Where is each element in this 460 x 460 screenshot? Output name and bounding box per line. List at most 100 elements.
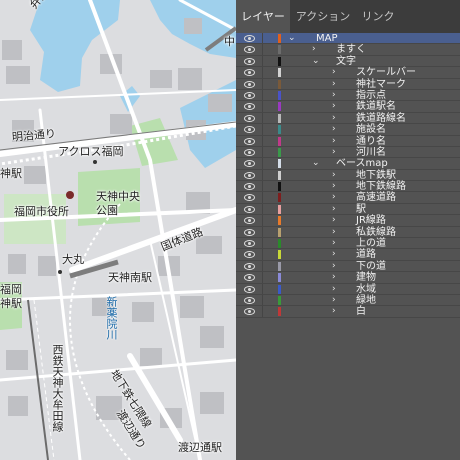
eye-icon[interactable] xyxy=(244,251,255,259)
eye-icon[interactable] xyxy=(244,228,255,236)
eye-icon[interactable] xyxy=(244,103,255,111)
layer-row[interactable]: › 水域 xyxy=(236,283,460,295)
layer-row[interactable]: › 高速道路 xyxy=(236,192,460,204)
eye-icon[interactable] xyxy=(244,205,255,213)
layer-row[interactable]: ⌄ ベースmap xyxy=(236,158,460,170)
eye-icon[interactable] xyxy=(244,160,255,168)
chevron-right-icon[interactable]: › xyxy=(332,113,336,124)
layer-row[interactable]: ⌄ 文字 xyxy=(236,55,460,68)
lock-column-divider[interactable] xyxy=(262,135,263,146)
lock-column-divider[interactable] xyxy=(262,101,263,112)
chevron-right-icon[interactable]: › xyxy=(332,79,336,90)
lock-column-divider[interactable] xyxy=(262,238,263,249)
lock-column-divider[interactable] xyxy=(262,283,263,294)
eye-icon[interactable] xyxy=(244,35,255,42)
layer-row[interactable]: › 下の道 xyxy=(236,260,460,273)
layer-row[interactable]: › 通り名 xyxy=(236,135,460,147)
lock-column-divider[interactable] xyxy=(262,192,263,203)
chevron-right-icon[interactable]: › xyxy=(332,284,336,295)
chevron-right-icon[interactable]: › xyxy=(332,215,336,226)
layer-row[interactable]: › 道路 xyxy=(236,249,460,261)
lock-column-divider[interactable] xyxy=(262,124,263,135)
lock-column-divider[interactable] xyxy=(262,78,263,89)
lock-column-divider[interactable] xyxy=(262,44,263,55)
chevron-right-icon[interactable]: › xyxy=(332,124,336,135)
lock-column-divider[interactable] xyxy=(262,272,263,283)
tab-links[interactable]: リンク xyxy=(356,0,400,33)
chevron-right-icon[interactable]: › xyxy=(332,272,336,283)
chevron-right-icon[interactable]: › xyxy=(332,147,336,158)
lock-column-divider[interactable] xyxy=(262,33,263,44)
tab-layers[interactable]: レイヤー xyxy=(236,0,290,33)
chevron-right-icon[interactable]: › xyxy=(332,181,336,192)
lock-column-divider[interactable] xyxy=(262,89,263,101)
lock-column-divider[interactable] xyxy=(262,294,263,306)
eye-icon[interactable] xyxy=(244,137,255,145)
eye-icon[interactable] xyxy=(244,240,255,248)
lock-column-divider[interactable] xyxy=(262,215,263,226)
lock-column-divider[interactable] xyxy=(262,306,263,317)
eye-icon[interactable] xyxy=(244,126,255,134)
lock-column-divider[interactable] xyxy=(262,249,263,260)
eye-icon[interactable] xyxy=(244,194,255,202)
lock-column-divider[interactable] xyxy=(262,67,263,78)
layer-row[interactable]: › JR線路 xyxy=(236,215,460,227)
chevron-right-icon[interactable]: › xyxy=(332,306,336,317)
tab-actions[interactable]: アクション xyxy=(290,0,356,33)
layer-row[interactable]: › 鉄道駅名 xyxy=(236,101,460,113)
eye-icon[interactable] xyxy=(244,217,255,225)
lock-column-divider[interactable] xyxy=(262,55,263,67)
eye-icon[interactable] xyxy=(244,57,255,65)
chevron-right-icon[interactable]: › xyxy=(332,204,336,215)
eye-icon[interactable] xyxy=(244,114,255,122)
lock-column-divider[interactable] xyxy=(262,112,263,124)
layer-row[interactable]: › 地下鉄駅 xyxy=(236,169,460,182)
layer-row[interactable]: › 私鉄線路 xyxy=(236,226,460,239)
eye-icon[interactable] xyxy=(244,262,255,270)
chevron-right-icon[interactable]: › xyxy=(332,249,336,260)
eye-icon[interactable] xyxy=(244,91,255,99)
layer-row[interactable]: › 駅 xyxy=(236,203,460,216)
chevron-right-icon[interactable]: › xyxy=(332,136,336,147)
lock-column-divider[interactable] xyxy=(262,226,263,238)
lock-column-divider[interactable] xyxy=(262,203,263,215)
eye-icon[interactable] xyxy=(244,308,255,316)
eye-icon[interactable] xyxy=(244,274,255,282)
eye-icon[interactable] xyxy=(244,285,255,293)
eye-icon[interactable] xyxy=(244,183,255,191)
layer-row[interactable]: ⌄ MAP xyxy=(236,33,460,45)
lock-column-divider[interactable] xyxy=(262,181,263,192)
eye-icon[interactable] xyxy=(244,296,255,304)
chevron-right-icon[interactable]: › xyxy=(332,261,336,272)
lock-column-divider[interactable] xyxy=(262,260,263,272)
eye-icon[interactable] xyxy=(244,171,255,179)
layer-row[interactable]: › 施設名 xyxy=(236,124,460,136)
eye-icon[interactable] xyxy=(244,46,255,54)
eye-icon[interactable] xyxy=(244,148,255,156)
layer-row[interactable]: › 鉄道路線名 xyxy=(236,112,460,125)
layer-row[interactable]: › 上の道 xyxy=(236,238,460,250)
chevron-right-icon[interactable]: › xyxy=(332,192,336,203)
layer-row[interactable]: › 白 xyxy=(236,306,460,318)
eye-icon[interactable] xyxy=(244,69,255,77)
layer-row[interactable]: › 建物 xyxy=(236,272,460,284)
chevron-right-icon[interactable]: › xyxy=(332,90,336,101)
chevron-down-icon[interactable]: ⌄ xyxy=(288,33,296,44)
chevron-right-icon[interactable]: › xyxy=(332,101,336,112)
layer-row[interactable]: › 河川名 xyxy=(236,146,460,159)
lock-column-divider[interactable] xyxy=(262,146,263,158)
layer-row[interactable]: › 地下鉄線路 xyxy=(236,181,460,193)
lock-column-divider[interactable] xyxy=(262,158,263,169)
chevron-down-icon[interactable]: ⌄ xyxy=(312,158,320,169)
chevron-right-icon[interactable]: › xyxy=(332,170,336,181)
layer-row[interactable]: › 指示点 xyxy=(236,89,460,102)
layer-row[interactable]: › 神社マーク xyxy=(236,78,460,90)
map-canvas[interactable]: 弁天橋 中 明治通り アクロス福岡 神駅 天神中央 公園 福岡市役所 国体道路 … xyxy=(0,0,236,460)
chevron-right-icon[interactable]: › xyxy=(332,238,336,249)
chevron-right-icon[interactable]: › xyxy=(332,227,336,238)
eye-icon[interactable] xyxy=(244,80,255,88)
chevron-down-icon[interactable]: ⌄ xyxy=(312,56,320,67)
layer-row[interactable]: › スケールバー xyxy=(236,67,460,79)
chevron-right-icon[interactable]: › xyxy=(332,67,336,78)
chevron-right-icon[interactable]: › xyxy=(312,44,316,55)
